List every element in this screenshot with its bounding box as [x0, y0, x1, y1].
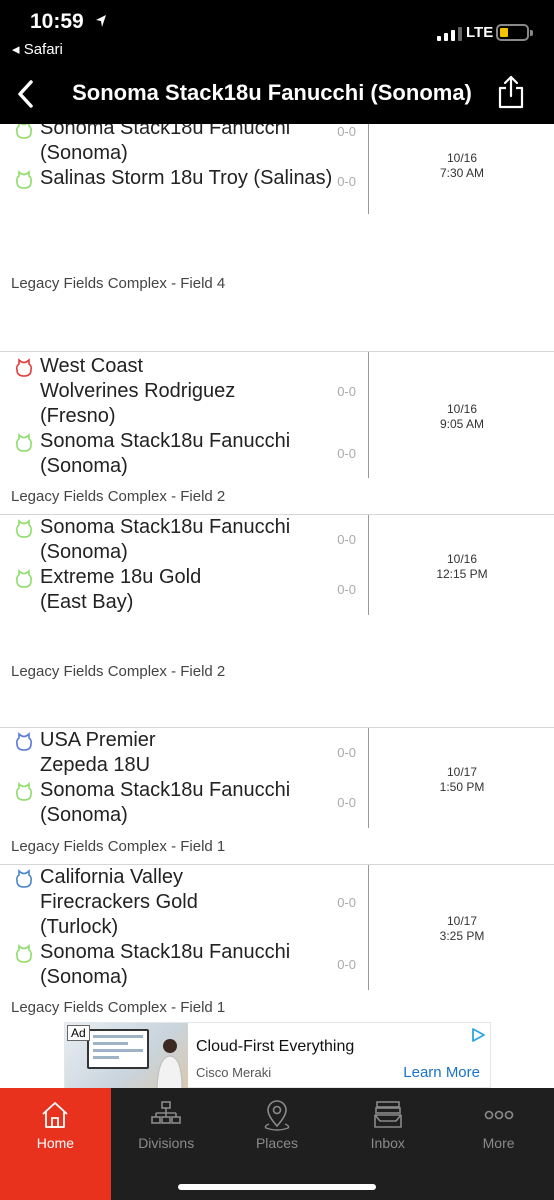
adchoices-icon[interactable]	[470, 1027, 486, 1043]
jersey-icon	[15, 569, 33, 588]
ad-brand: Cisco Meraki	[196, 1065, 272, 1080]
network-label: LTE	[466, 24, 494, 41]
team-name: Sonoma Stack18u Fanucchi (Sonoma)	[40, 779, 291, 826]
jersey-icon	[15, 124, 33, 139]
game-time: 1:50 PM	[439, 780, 485, 794]
game-time: 12:15 PM	[436, 567, 488, 581]
team-name: West Coast Wolverines Rodriguez (Fresno)	[40, 355, 236, 427]
divider	[368, 124, 369, 214]
divider	[368, 352, 369, 478]
monitor-illustration	[87, 1029, 149, 1069]
team-row[interactable]: Extreme 18u Gold (East Bay) 0-0	[0, 565, 368, 615]
team-score: 0-0	[337, 895, 356, 910]
team-row[interactable]: Sonoma Stack18u Fanucchi (Sonoma) 0-0	[0, 124, 368, 166]
game-date: 10/16	[446, 151, 478, 165]
game-card[interactable]: USA Premier Zepeda 18U 0-0 Sonoma Stack1…	[0, 728, 554, 865]
jersey-icon	[15, 519, 33, 538]
team-name: Sonoma Stack18u Fanucchi (Sonoma)	[40, 124, 291, 164]
team-row[interactable]: USA Premier Zepeda 18U 0-0	[0, 728, 368, 778]
team-row[interactable]: Salinas Storm 18u Troy (Salinas) 0-0	[0, 166, 368, 216]
team-row[interactable]: Sonoma Stack18u Fanucchi (Sonoma) 0-0	[0, 778, 368, 828]
team-score: 0-0	[337, 384, 356, 399]
game-time: 7:30 AM	[439, 166, 485, 180]
divisions-icon	[151, 1101, 181, 1124]
tab-label: Places	[255, 1135, 298, 1151]
game-time: 3:25 PM	[439, 929, 485, 943]
team-name: Sonoma Stack18u Fanucchi (Sonoma)	[40, 430, 291, 477]
team-score: 0-0	[337, 124, 356, 139]
team-name: California Valley Firecrackers Gold (Tur…	[40, 866, 198, 938]
game-venue: Legacy Fields Complex - Field 2	[11, 663, 226, 680]
game-date: 10/16	[446, 402, 478, 416]
location-arrow-icon	[96, 15, 106, 27]
team-score: 0-0	[337, 582, 356, 597]
team-name: Sonoma Stack18u Fanucchi (Sonoma)	[40, 941, 291, 988]
back-to-app-link[interactable]: ◂ Safari	[12, 40, 63, 58]
game-date: 10/17	[446, 914, 478, 928]
team-row[interactable]: Sonoma Stack18u Fanucchi (Sonoma) 0-0	[0, 429, 368, 479]
team-score: 0-0	[337, 446, 356, 461]
tab-home[interactable]: Home	[0, 1088, 111, 1200]
team-row[interactable]: West Coast Wolverines Rodriguez (Fresno)…	[0, 354, 368, 429]
team-score: 0-0	[337, 957, 356, 972]
home-icon	[42, 1102, 68, 1128]
places-icon	[264, 1100, 290, 1131]
team-name: USA Premier Zepeda 18U	[40, 729, 156, 776]
back-chevron-icon[interactable]	[12, 77, 42, 111]
tab-more[interactable]: More	[443, 1088, 554, 1200]
game-card[interactable]: Sonoma Stack18u Fanucchi (Sonoma) 0-0 Ex…	[0, 515, 554, 728]
tab-label: More	[482, 1135, 515, 1151]
game-venue: Legacy Fields Complex - Field 1	[11, 838, 226, 855]
jersey-icon	[15, 732, 33, 751]
jersey-icon	[15, 358, 33, 377]
game-venue: Legacy Fields Complex - Field 1	[11, 999, 226, 1016]
game-card[interactable]: California Valley Firecrackers Gold (Tur…	[0, 865, 554, 1035]
team-name: Salinas Storm 18u Troy (Salinas)	[40, 167, 333, 189]
share-icon[interactable]	[495, 74, 527, 110]
jersey-icon	[15, 170, 33, 189]
team-row[interactable]: Sonoma Stack18u Fanucchi (Sonoma) 0-0	[0, 515, 368, 565]
jersey-icon	[15, 869, 33, 888]
team-score: 0-0	[337, 795, 356, 810]
more-icon	[484, 1110, 513, 1120]
tab-label: Divisions	[138, 1135, 195, 1151]
games-list[interactable]: Sonoma Stack18u Fanucchi (Sonoma) 0-0 Sa…	[0, 124, 554, 1088]
team-score: 0-0	[337, 532, 356, 547]
clock: 10:59	[30, 10, 84, 33]
jersey-icon	[15, 944, 33, 963]
team-row[interactable]: California Valley Firecrackers Gold (Tur…	[0, 865, 368, 940]
ad-image: Ad	[65, 1023, 188, 1089]
ad-banner[interactable]: Ad Cloud-First Everything Cisco Meraki L…	[64, 1022, 491, 1089]
jersey-icon	[15, 433, 33, 452]
game-card[interactable]: Sonoma Stack18u Fanucchi (Sonoma) 0-0 Sa…	[0, 124, 554, 352]
ad-badge: Ad	[67, 1025, 90, 1041]
inbox-icon	[373, 1101, 402, 1128]
nav-bar: Sonoma Stack18u Fanucchi (Sonoma)	[0, 62, 554, 124]
game-time: 9:05 AM	[439, 417, 485, 431]
game-venue: Legacy Fields Complex - Field 4	[11, 275, 226, 292]
tab-label: Inbox	[370, 1135, 405, 1151]
status-bar: 10:59 ◂ Safari LTE	[0, 0, 554, 62]
team-row[interactable]: Sonoma Stack18u Fanucchi (Sonoma) 0-0	[0, 940, 368, 990]
divider	[368, 515, 369, 615]
page-title: Sonoma Stack18u Fanucchi (Sonoma)	[72, 80, 472, 105]
game-card[interactable]: West Coast Wolverines Rodriguez (Fresno)…	[0, 352, 554, 515]
signal-icon	[437, 25, 462, 41]
tab-label: Home	[36, 1135, 75, 1151]
game-date: 10/16	[446, 552, 478, 566]
ad-headline: Cloud-First Everything	[196, 1038, 355, 1055]
divider	[368, 865, 369, 990]
team-name: Sonoma Stack18u Fanucchi (Sonoma)	[40, 516, 291, 563]
person-illustration	[156, 1039, 183, 1089]
team-score: 0-0	[337, 745, 356, 760]
home-indicator	[178, 1184, 376, 1190]
team-score: 0-0	[337, 174, 356, 189]
jersey-icon	[15, 782, 33, 801]
divider	[368, 728, 369, 828]
battery-icon	[496, 24, 533, 41]
game-date: 10/17	[446, 765, 478, 779]
ad-cta-link[interactable]: Learn More	[403, 1064, 480, 1081]
team-name: Extreme 18u Gold (East Bay)	[40, 566, 202, 613]
game-venue: Legacy Fields Complex - Field 2	[11, 488, 226, 505]
